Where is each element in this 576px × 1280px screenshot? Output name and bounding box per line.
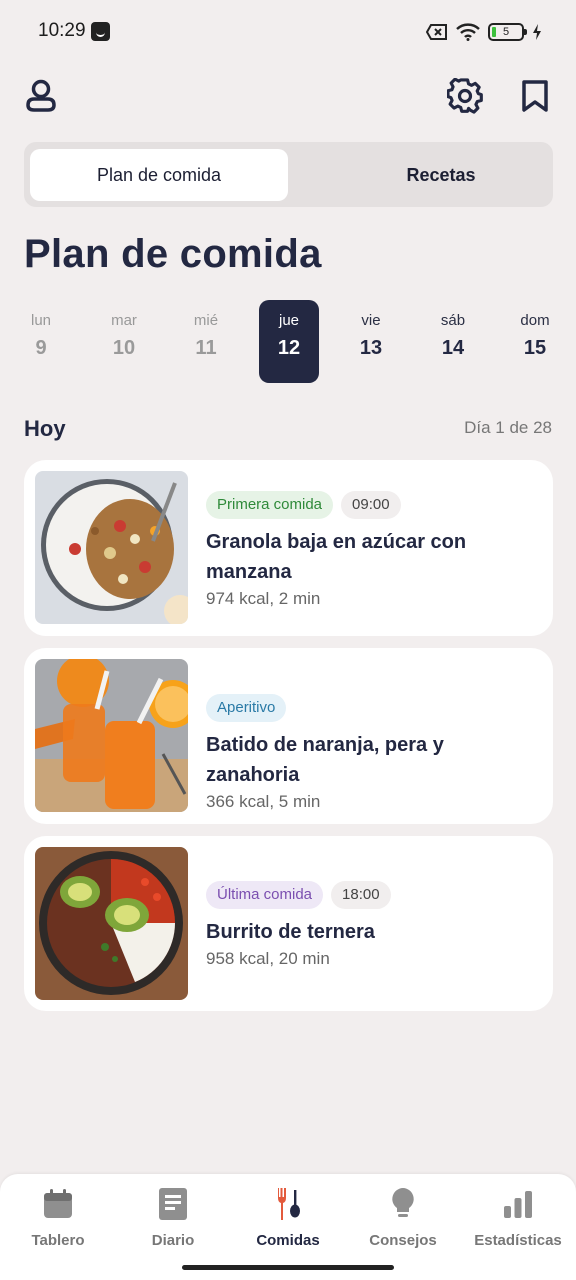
battery-icon: 5 <box>488 23 527 41</box>
status-bar: 10:29 5 <box>0 0 576 64</box>
meal-details: 366 kcal, 5 min <box>206 792 321 811</box>
day-date: 11 <box>195 337 217 359</box>
nav-consejos[interactable]: Consejos <box>348 1186 458 1249</box>
meal-card[interactable]: Aperitivo Batido de naranja, pera y zana… <box>24 648 553 824</box>
status-time: 10:29 <box>38 20 86 41</box>
meal-type-badge: Última comida <box>206 881 324 909</box>
meal-details: 958 kcal, 20 min <box>206 949 330 968</box>
meal-card[interactable]: Última comida 18:00 Burrito de ternera 9… <box>24 836 553 1011</box>
day-date: 12 <box>277 337 301 359</box>
day-name: dom <box>520 312 550 329</box>
day-lun[interactable]: lun 9 <box>11 300 71 383</box>
wifi-icon <box>456 23 480 41</box>
nav-label: Comidas <box>256 1232 320 1249</box>
day-dom[interactable]: dom 15 <box>505 300 565 383</box>
meal-time-badge: 09:00 <box>341 491 401 519</box>
meal-info: Última comida 18:00 Burrito de ternera 9… <box>206 881 539 969</box>
fork-spoon-icon <box>270 1186 306 1222</box>
day-name: vie <box>361 312 381 329</box>
meal-info: Aperitivo Batido de naranja, pera y zana… <box>206 694 539 812</box>
day-name: sáb <box>440 312 466 329</box>
nav-label: Estadísticas <box>474 1232 562 1249</box>
calendar-icon <box>40 1186 76 1222</box>
meal-image <box>35 847 188 1000</box>
day-sab[interactable]: sáb 14 <box>423 300 483 383</box>
nav-estadisticas[interactable]: Estadísticas <box>463 1186 573 1249</box>
day-mar[interactable]: mar 10 <box>94 300 154 383</box>
day-date: 10 <box>112 337 136 359</box>
meal-info: Primera comida 09:00 Granola baja en azú… <box>206 491 539 609</box>
meal-title: Granola baja en azúcar con manzana <box>206 531 467 583</box>
gear-icon <box>447 78 483 114</box>
day-date: 9 <box>35 337 47 359</box>
notebook-icon <box>155 1186 191 1222</box>
day-name: lun <box>30 312 52 329</box>
plan-progress: Día 1 de 28 <box>464 418 552 437</box>
view-switcher: Plan de comida Recetas <box>24 142 553 207</box>
nav-diario[interactable]: Diario <box>118 1186 228 1249</box>
bar-chart-icon <box>500 1186 536 1222</box>
status-icons: 5 <box>426 22 542 42</box>
day-mie[interactable]: mié 11 <box>176 300 236 383</box>
tab-recetas[interactable]: Recetas <box>312 149 570 201</box>
meal-title: Burrito de ternera <box>206 921 375 943</box>
nav-tablero[interactable]: Tablero <box>3 1186 113 1249</box>
day-name: mar <box>111 312 137 329</box>
day-name: mié <box>193 312 219 329</box>
meal-time-badge: 18:00 <box>331 881 391 909</box>
day-jue[interactable]: jue 12 <box>259 300 319 383</box>
charging-icon <box>533 24 541 40</box>
meal-type-badge: Primera comida <box>206 491 334 519</box>
app-notification-icon <box>91 22 110 41</box>
home-indicator[interactable] <box>182 1265 394 1270</box>
day-vie[interactable]: vie 13 <box>341 300 401 383</box>
no-sim-icon <box>426 24 447 40</box>
day-name: jue <box>278 312 300 329</box>
day-date: 14 <box>441 337 465 359</box>
day-date: 13 <box>359 337 383 359</box>
profile-icon <box>26 79 56 112</box>
nav-label: Diario <box>151 1232 195 1249</box>
meal-card[interactable]: Primera comida 09:00 Granola baja en azú… <box>24 460 553 636</box>
settings-button[interactable] <box>443 74 487 118</box>
nav-comidas[interactable]: Comidas <box>233 1186 343 1249</box>
day-date: 15 <box>523 337 547 359</box>
week-strip: lun 9 mar 10 mié 11 jue 12 vie 13 sáb 14… <box>0 300 576 384</box>
page-title: Plan de comida <box>24 232 322 276</box>
nav-label: Tablero <box>31 1232 85 1249</box>
bookmark-button[interactable] <box>513 74 557 118</box>
meal-title: Batido de naranja, pera y zanahoria <box>206 734 444 786</box>
meal-image <box>35 471 188 624</box>
meal-type-badge: Aperitivo <box>206 694 287 722</box>
bookmark-icon <box>522 80 548 112</box>
meal-details: 974 kcal, 2 min <box>206 589 321 608</box>
meal-image <box>35 659 188 812</box>
lightbulb-icon <box>385 1186 421 1222</box>
profile-button[interactable] <box>19 74 63 118</box>
nav-label: Consejos <box>369 1232 437 1249</box>
tab-plan-de-comida[interactable]: Plan de comida <box>30 149 288 201</box>
section-title: Hoy <box>24 416 66 441</box>
